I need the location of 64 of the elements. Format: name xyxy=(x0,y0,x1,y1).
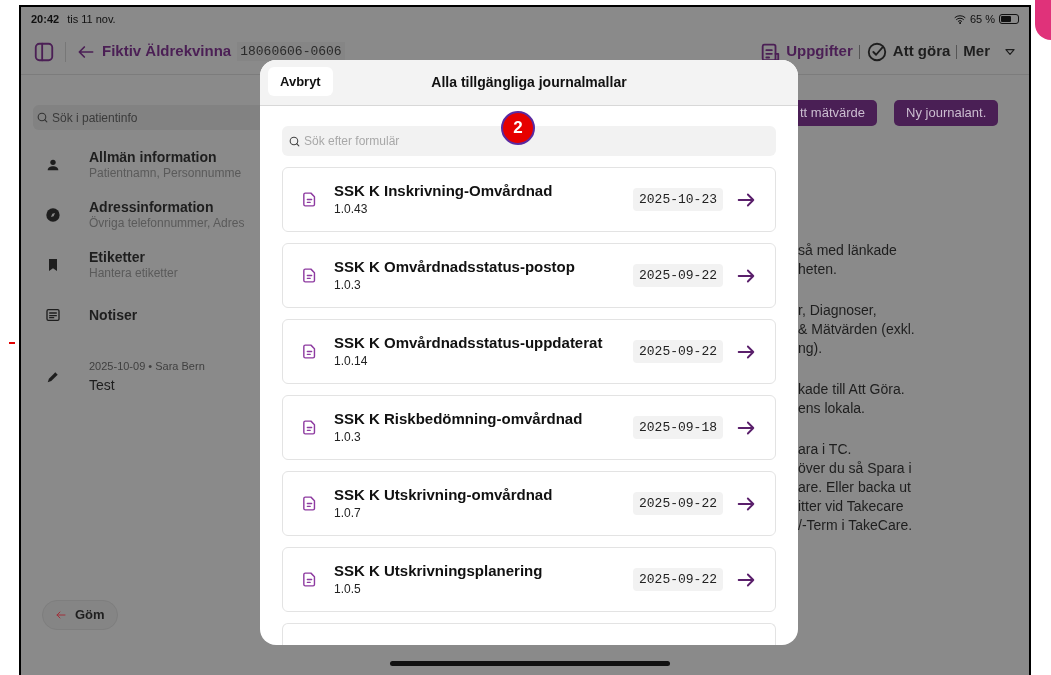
pencil-icon xyxy=(46,369,60,384)
wifi-icon xyxy=(952,13,967,25)
document-icon xyxy=(301,419,318,436)
info-paragraph: r, Diagnoser, & Mätvärden (exkl. ng). xyxy=(798,301,915,358)
todo-button[interactable]: Att göra xyxy=(865,40,951,63)
battery-level: 65 % xyxy=(969,11,995,27)
template-date: 2025-10-23 xyxy=(633,187,723,212)
search-icon xyxy=(288,134,301,148)
template-date: 2025-09-18 xyxy=(633,415,723,440)
document-icon xyxy=(301,191,318,208)
annotation-mark xyxy=(9,342,15,344)
info-paragraph: kade till Att Göra. ens lokala. xyxy=(798,380,906,418)
cancel-button[interactable]: Avbryt xyxy=(268,67,333,96)
template-name: SSK K Omvårdnadsstatus-uppdaterat xyxy=(334,333,604,352)
template-card[interactable]: SSK K Utskrivning-omvårdnad 1.0.7 2025-09-22 xyxy=(282,471,776,536)
annotation-mark xyxy=(1035,0,1051,40)
more-button[interactable]: Mer xyxy=(963,40,1017,63)
template-date: 2025-09-22 xyxy=(633,567,723,592)
toolbar-button[interactable]: tt mätvärde xyxy=(798,100,878,126)
note-item[interactable]: 2025-10-09 • Sara Bern Test xyxy=(33,358,260,396)
sidebar-toggle-icon xyxy=(33,40,55,63)
template-card[interactable]: SSK K Omvårdnadsstatus-uppdaterat 1.0.14 2025-09-22 xyxy=(282,319,776,384)
template-date: 2025-09-22 xyxy=(633,263,723,288)
document-icon xyxy=(301,343,318,360)
status-time: 20:42 xyxy=(31,11,60,27)
patient-search-field[interactable]: Sök i patientinfo xyxy=(33,105,260,130)
template-name: SSK K Utskrivning-omvårdnad xyxy=(334,485,554,504)
template-version: 1.0.43 xyxy=(334,200,369,218)
status-date: tis 11 nov. xyxy=(67,11,116,27)
template-card[interactable]: SSK K Inskrivning-Omvårdnad 1.0.43 2025-10-23 xyxy=(282,167,776,232)
hide-button[interactable]: Göm xyxy=(42,600,118,630)
check-circle-icon xyxy=(865,40,888,63)
personal-number: 18060606-0606 xyxy=(237,41,345,62)
dialog-title: Alla tillgängliga journalmallar xyxy=(431,73,627,92)
toolbar-button[interactable]: Ny journalant. xyxy=(894,100,999,126)
compass-icon xyxy=(45,207,61,223)
template-card[interactable]: SSK K Omvårdnadsstatus-postop 1.0.3 2025-09-22 xyxy=(282,243,776,308)
template-version: 1.0.7 xyxy=(334,504,362,522)
sidebar-item[interactable]: Notiser xyxy=(33,290,260,340)
person-icon xyxy=(45,157,61,173)
template-version: 1.0.3 xyxy=(334,276,362,294)
info-paragraph: ara i TC. över du så Spara i are. Eller backa ut itter vid Takecare /-Term i TakeCare. xyxy=(798,440,914,535)
template-version: 1.0.5 xyxy=(334,580,362,598)
document-icon xyxy=(301,571,318,588)
template-version: 1.0.14 xyxy=(334,352,369,370)
document-icon xyxy=(301,495,318,512)
patient-name: Fiktiv Äldrekvinna xyxy=(102,41,232,62)
info-paragraph: så med länkade heten. xyxy=(798,241,898,279)
document-icon xyxy=(301,267,318,284)
template-name: SSK K Omvårdnadsstatus-postop xyxy=(334,257,576,276)
template-date: 2025-09-22 xyxy=(633,339,723,364)
template-name: SSK K Utskrivningsplanering xyxy=(334,561,544,580)
battery-icon xyxy=(999,14,1019,24)
search-icon xyxy=(36,111,49,124)
template-date: 2025-09-22 xyxy=(633,491,723,516)
notes-icon xyxy=(45,307,61,323)
template-name: SSK K Riskbedömning-omvårdnad xyxy=(334,409,584,428)
template-card[interactable]: SSK K Riskbedömning-omvårdnad 1.0.3 2025-09-18 xyxy=(282,395,776,460)
template-version: 1.0.3 xyxy=(334,428,362,446)
template-card[interactable]: SSK K Utskrivningsplanering 1.0.5 2025-09-22 xyxy=(282,547,776,612)
back-arrow-icon xyxy=(55,609,67,621)
template-name: SSK K Inskrivning-Omvårdnad xyxy=(334,181,554,200)
template-card[interactable] xyxy=(282,623,776,645)
tasks-button[interactable]: Uppgifter xyxy=(759,40,853,63)
